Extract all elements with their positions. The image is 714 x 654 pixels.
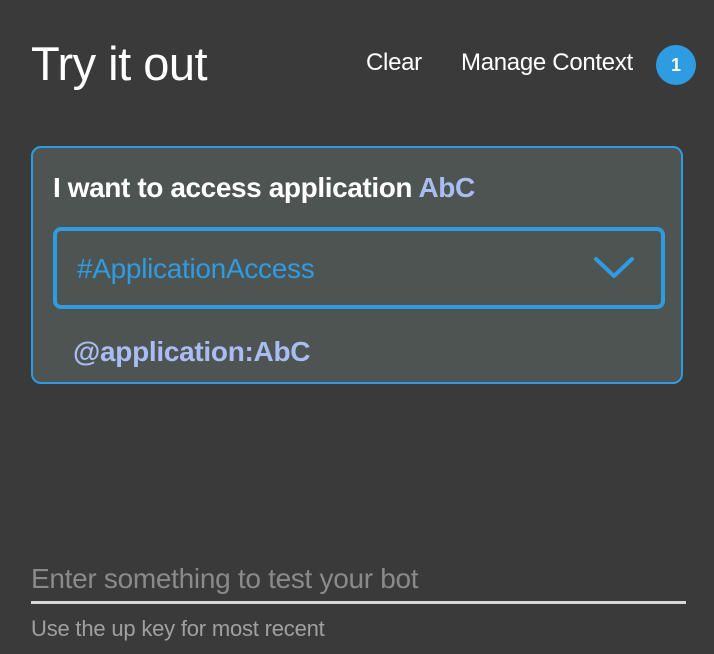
entity-tag[interactable]: @application:AbC xyxy=(73,334,310,370)
utterance-entity-highlight[interactable]: AbC xyxy=(418,172,475,203)
page-title: Try it out xyxy=(31,37,208,90)
response-card: I want to access application AbC #Applic… xyxy=(31,146,683,384)
utterance-text: I want to access application AbC xyxy=(53,170,475,206)
test-input-wrapper xyxy=(31,556,686,608)
intent-dropdown[interactable]: #ApplicationAccess xyxy=(53,227,665,309)
header: Try it out Clear Manage Context 1 xyxy=(0,0,714,120)
manage-context-button[interactable]: Manage Context xyxy=(461,48,633,78)
clear-button[interactable]: Clear xyxy=(366,48,422,78)
chevron-down-icon[interactable] xyxy=(593,255,635,281)
utterance-label: I want to access application xyxy=(53,172,419,203)
input-hint: Use the up key for most recent xyxy=(31,616,325,641)
intent-value: #ApplicationAccess xyxy=(77,253,315,284)
test-bot-input[interactable] xyxy=(31,556,686,604)
context-count-badge[interactable]: 1 xyxy=(656,45,696,85)
